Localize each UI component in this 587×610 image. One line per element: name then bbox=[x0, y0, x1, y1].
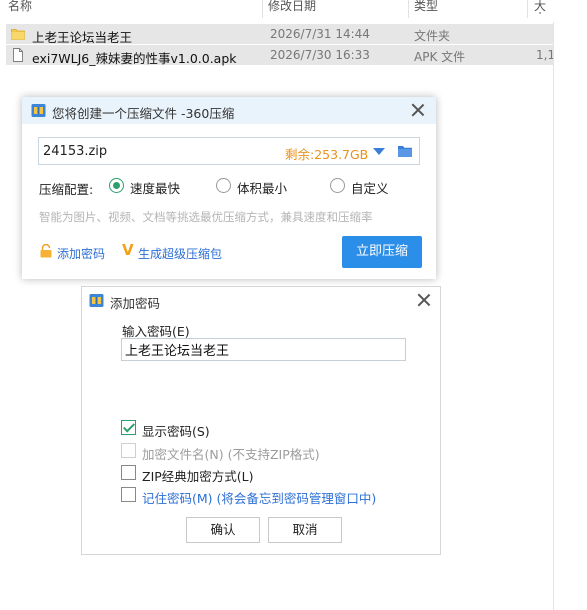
checkbox-box bbox=[121, 487, 136, 502]
column-header-type[interactable]: 类型 bbox=[414, 0, 438, 14]
checkbox-box bbox=[121, 420, 136, 435]
super-compress-label: 生成超级压缩包 bbox=[138, 247, 223, 261]
radio-label: 自定义 bbox=[351, 181, 389, 196]
add-password-label: 添加密码 bbox=[57, 247, 106, 261]
checkbox-label: 加密文件名(N) (不支持ZIP格式) bbox=[142, 447, 320, 462]
column-divider[interactable] bbox=[408, 0, 409, 18]
dialog-titlebar[interactable]: 添加密码 bbox=[82, 287, 440, 313]
archive-name-input[interactable] bbox=[43, 142, 263, 160]
lock-icon bbox=[40, 244, 52, 258]
dialog-title: 您将创建一个压缩文件 -360压缩 bbox=[52, 106, 235, 121]
compression-config-label: 压缩配置: bbox=[39, 182, 94, 197]
column-header-date[interactable]: 修改日期 bbox=[268, 0, 316, 14]
file-date: 2026/7/30 16:33 bbox=[270, 48, 370, 62]
file-row[interactable]: exi7WLJ6_辣妹妻的性事v1.0.0.apk 2026/7/30 16:3… bbox=[6, 45, 555, 66]
radio-label: 速度最快 bbox=[130, 181, 181, 196]
add-password-dialog: 添加密码 输入密码(E) 显示密码(S) 加密文件名(N) (不支持ZIP格式)… bbox=[81, 286, 441, 555]
chevron-down-icon[interactable] bbox=[373, 148, 385, 155]
vip-icon: V bbox=[122, 241, 134, 259]
column-divider bbox=[553, 22, 554, 610]
column-divider[interactable] bbox=[262, 0, 263, 18]
radio-circle bbox=[109, 178, 124, 193]
cancel-button[interactable]: 取消 bbox=[268, 517, 342, 543]
column-divider[interactable] bbox=[527, 0, 528, 18]
archive-app-icon bbox=[31, 104, 46, 117]
close-icon[interactable] bbox=[410, 102, 426, 118]
checkbox-box bbox=[121, 443, 136, 458]
folder-icon bbox=[11, 29, 25, 40]
dialog-titlebar[interactable]: 您将创建一个压缩文件 -360压缩 bbox=[22, 97, 436, 124]
close-icon[interactable] bbox=[416, 292, 432, 308]
archive-app-icon bbox=[89, 294, 104, 307]
radio-label: 体积最小 bbox=[237, 181, 288, 196]
file-explorer-list: 名称 修改日期 类型 大小 上老王论坛当老王 2026/7/31 14:44 文… bbox=[0, 0, 587, 70]
file-row[interactable]: 上老王论坛当老王 2026/7/31 14:44 文件夹 bbox=[6, 24, 554, 45]
dialog-title: 添加密码 bbox=[110, 296, 161, 311]
radio-circle bbox=[216, 178, 231, 193]
remaining-space: 剩余:253.7GB bbox=[285, 147, 369, 162]
checkbox-box bbox=[121, 465, 136, 480]
checkbox-label: 记住密码(M) (将会备忘到密码管理窗口中) bbox=[142, 491, 377, 506]
file-name: exi7WLJ6_辣妹妻的性事v1.0.0.apk bbox=[32, 51, 237, 66]
folder-browse-icon[interactable] bbox=[397, 143, 413, 159]
compression-hint: 智能为图片、视频、文档等挑选最优压缩方式，兼具速度和压缩率 bbox=[39, 210, 373, 224]
archive-name-field: 剩余:253.7GB bbox=[38, 137, 420, 165]
compress-dialog: 您将创建一个压缩文件 -360压缩 剩余:253.7GB 压缩配置: 速度最快 … bbox=[22, 97, 436, 279]
column-header-size[interactable]: 大小 bbox=[534, 0, 556, 14]
compress-now-button[interactable]: 立即压缩 bbox=[342, 236, 422, 268]
file-type: 文件夹 bbox=[414, 29, 451, 43]
file-name: 上老王论坛当老王 bbox=[32, 30, 133, 45]
file-icon bbox=[13, 48, 23, 62]
checkbox-label: ZIP经典加密方式(L) bbox=[142, 469, 254, 484]
radio-circle bbox=[330, 178, 345, 193]
ok-button[interactable]: 确认 bbox=[186, 517, 260, 543]
file-date: 2026/7/31 14:44 bbox=[270, 27, 370, 41]
column-header-name[interactable]: 名称 bbox=[8, 0, 32, 14]
file-type: APK 文件 bbox=[414, 50, 466, 64]
password-input[interactable] bbox=[121, 338, 406, 361]
checkbox-label: 显示密码(S) bbox=[142, 424, 210, 439]
